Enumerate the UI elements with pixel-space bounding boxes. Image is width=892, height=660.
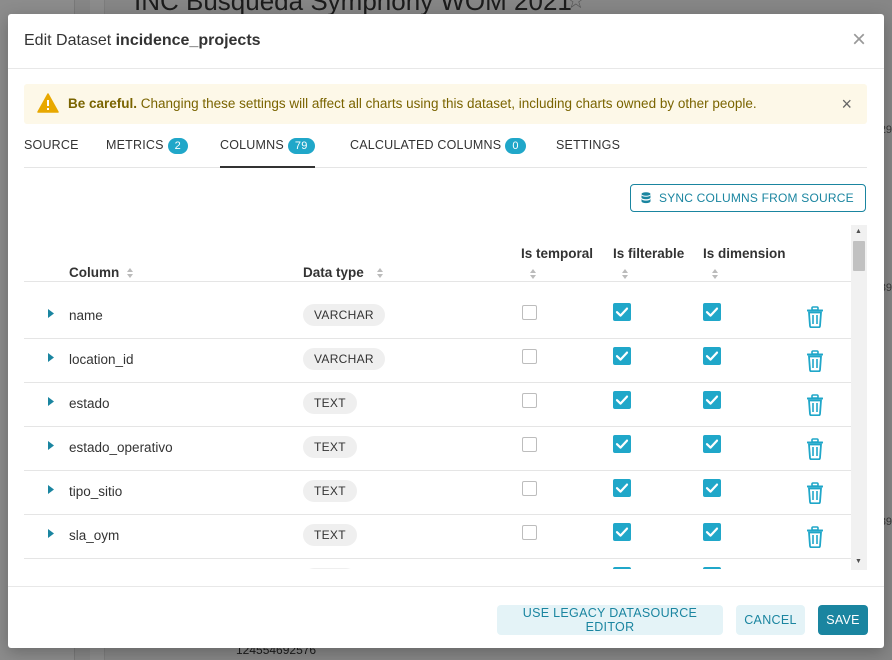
calculated-columns-count-badge: 0: [505, 138, 526, 154]
expand-caret-icon[interactable]: [48, 529, 54, 538]
modal-title: Edit Dataset incidence_projects: [24, 32, 261, 49]
dataset-name: incidence_projects: [115, 32, 261, 49]
warning-alert: Be careful. Changing these settings will…: [24, 84, 867, 124]
edit-dataset-modal: Edit Dataset incidence_projects × Be car…: [8, 14, 884, 648]
expand-caret-icon[interactable]: [48, 441, 54, 450]
metrics-count-badge: 2: [167, 138, 188, 154]
sort-icon[interactable]: [126, 267, 134, 279]
data-type-badge: TEXT: [303, 524, 357, 546]
alert-close-icon[interactable]: ×: [841, 94, 852, 115]
table-row: sla_oym TEXT: [24, 515, 851, 559]
expand-caret-icon[interactable]: [48, 397, 54, 406]
sort-icon[interactable]: [621, 268, 629, 280]
data-type-badge: VARCHAR: [303, 348, 385, 370]
tab-calculated-columns[interactable]: CALCULATED COLUMNS 0: [350, 138, 526, 154]
is-filterable-checkbox[interactable]: [613, 479, 631, 497]
tab-columns[interactable]: COLUMNS 79: [220, 138, 315, 168]
close-icon[interactable]: ×: [852, 28, 866, 52]
tab-bar: SOURCE METRICS 2 COLUMNS 79 CALCULATED COL…: [24, 134, 867, 168]
header-is-filterable[interactable]: Is filterable: [613, 246, 684, 261]
expand-caret-icon[interactable]: [48, 485, 54, 494]
cancel-button[interactable]: CANCEL: [736, 605, 805, 635]
header-is-temporal[interactable]: Is temporal: [521, 246, 593, 261]
table-row: estado TEXT: [24, 383, 851, 427]
is-temporal-checkbox[interactable]: [522, 305, 537, 320]
data-type-badge: VARCHAR: [303, 304, 385, 326]
table-row: rankingTEXT: [24, 559, 851, 569]
is-filterable-checkbox[interactable]: [613, 391, 631, 409]
sort-icon[interactable]: [529, 268, 537, 280]
modal-footer: USE LEGACY DATASOURCE EDITOR CANCEL SAVE: [8, 586, 884, 649]
header-data-type[interactable]: Data type: [303, 265, 364, 280]
data-type-badge: TEXT: [303, 568, 357, 569]
column-name: tipo_sitio: [69, 484, 123, 499]
is-dimension-checkbox[interactable]: [703, 347, 721, 365]
legacy-editor-button[interactable]: USE LEGACY DATASOURCE EDITOR: [497, 605, 723, 635]
data-type-badge: TEXT: [303, 480, 357, 502]
tab-metrics[interactable]: METRICS 2: [106, 138, 188, 154]
sort-icon[interactable]: [711, 268, 719, 280]
expand-caret-icon[interactable]: [48, 309, 54, 318]
data-type-badge: TEXT: [303, 436, 357, 458]
is-dimension-checkbox[interactable]: [703, 567, 721, 569]
is-filterable-checkbox[interactable]: [613, 435, 631, 453]
is-dimension-checkbox[interactable]: [703, 479, 721, 497]
table-row: tipo_sitio TEXT: [24, 471, 851, 515]
is-dimension-checkbox[interactable]: [703, 435, 721, 453]
alert-message: Be careful. Changing these settings will…: [68, 96, 757, 111]
warning-icon: [37, 93, 59, 113]
scroll-up-arrow-icon[interactable]: ▲: [855, 228, 862, 235]
trash-icon[interactable]: [806, 482, 824, 509]
column-name: estado_operativo: [69, 440, 173, 455]
sync-button-label: SYNC COLUMNS FROM SOURCE: [659, 191, 854, 205]
data-type-badge: TEXT: [303, 392, 357, 414]
is-dimension-checkbox[interactable]: [703, 391, 721, 409]
trash-icon[interactable]: [806, 526, 824, 553]
database-icon: [641, 192, 651, 204]
modal-header: Edit Dataset incidence_projects ×: [8, 14, 884, 69]
table-scrollbar[interactable]: ▲ ▼: [851, 225, 867, 570]
columns-table: Column Data type Is temporal Is filterab…: [24, 224, 867, 569]
scroll-thumb[interactable]: [853, 241, 865, 271]
trash-icon[interactable]: [806, 438, 824, 465]
save-button[interactable]: SAVE: [818, 605, 868, 635]
header-is-dimension[interactable]: Is dimension: [703, 246, 786, 261]
is-temporal-checkbox[interactable]: [522, 525, 537, 540]
scroll-down-arrow-icon[interactable]: ▼: [855, 558, 862, 565]
is-dimension-checkbox[interactable]: [703, 303, 721, 321]
sync-columns-button[interactable]: SYNC COLUMNS FROM SOURCE: [630, 184, 866, 212]
column-name: location_id: [69, 352, 134, 367]
is-filterable-checkbox[interactable]: [613, 567, 631, 569]
column-name: estado: [69, 396, 110, 411]
is-filterable-checkbox[interactable]: [613, 303, 631, 321]
is-filterable-checkbox[interactable]: [613, 523, 631, 541]
trash-icon[interactable]: [806, 306, 824, 333]
is-filterable-checkbox[interactable]: [613, 347, 631, 365]
table-row: name VARCHAR: [24, 295, 851, 339]
columns-count-badge: 79: [287, 138, 315, 154]
column-name: name: [69, 308, 103, 323]
expand-caret-icon[interactable]: [48, 353, 54, 362]
tab-source[interactable]: SOURCE: [24, 138, 79, 152]
table-header: Column Data type Is temporal Is filterab…: [24, 224, 851, 282]
is-temporal-checkbox[interactable]: [522, 349, 537, 364]
is-dimension-checkbox[interactable]: [703, 523, 721, 541]
is-temporal-checkbox[interactable]: [522, 393, 537, 408]
is-temporal-checkbox[interactable]: [522, 437, 537, 452]
trash-icon[interactable]: [806, 394, 824, 421]
header-column[interactable]: Column: [69, 265, 119, 280]
sort-icon[interactable]: [376, 267, 384, 279]
is-temporal-checkbox[interactable]: [522, 481, 537, 496]
table-row: estado_operativo TEXT: [24, 427, 851, 471]
table-row: location_id VARCHAR: [24, 339, 851, 383]
trash-icon[interactable]: [806, 350, 824, 377]
tab-settings[interactable]: SETTINGS: [556, 138, 620, 152]
column-name: sla_oym: [69, 528, 120, 543]
